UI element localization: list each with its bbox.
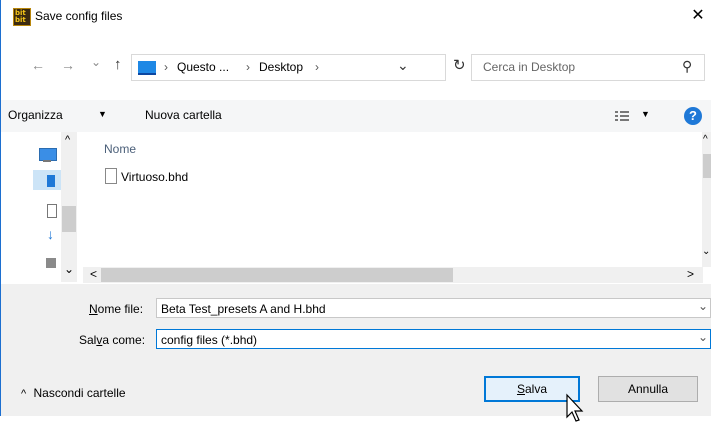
- save-as-type-select[interactable]: config files (*.bhd) ⌄: [156, 329, 711, 349]
- nav-pane-scrollbar[interactable]: ^ ⌄: [61, 132, 77, 282]
- file-item-name[interactable]: Virtuoso.bhd: [121, 170, 188, 184]
- forward-arrow-icon[interactable]: →: [61, 57, 75, 73]
- filename-dropdown-icon[interactable]: ⌄: [698, 296, 708, 316]
- mouse-pointer-icon: [566, 393, 584, 422]
- breadcrumb-sep-icon: ›: [164, 60, 168, 74]
- breadcrumb-sep-icon: ›: [246, 60, 250, 74]
- scroll-thumb[interactable]: [62, 206, 76, 232]
- column-header-name[interactable]: Nome: [104, 142, 136, 156]
- vscroll-up-icon[interactable]: ^: [703, 134, 708, 145]
- filename-value: Beta Test_presets A and H.bhd: [161, 302, 326, 316]
- chevron-up-icon: ^: [21, 388, 27, 400]
- bit-app-icon: bit bit: [13, 8, 31, 26]
- breadcrumb-item-desktop[interactable]: Desktop: [259, 60, 303, 74]
- save-dialog: bit bit Save config files ✕ ← → ⌄ ↑ › Que…: [0, 0, 711, 422]
- cancel-button[interactable]: Annulla: [598, 376, 698, 402]
- filename-input[interactable]: Beta Test_presets A and H.bhd ⌄: [156, 298, 711, 318]
- vscroll-down-icon[interactable]: ⌄: [702, 246, 710, 257]
- documents-nav-icon[interactable]: [47, 204, 57, 218]
- save-as-type-label: Salva come:: [79, 333, 146, 347]
- title-bar: bit bit Save config files ✕: [1, 0, 711, 32]
- address-dropdown-icon[interactable]: ⌄: [397, 57, 409, 74]
- file-icon: [105, 168, 117, 184]
- search-placeholder: Cerca in Desktop: [483, 60, 576, 74]
- help-icon[interactable]: ?: [684, 107, 702, 125]
- downloads-nav-icon[interactable]: ↓: [47, 227, 55, 241]
- recent-locations-icon[interactable]: ⌄: [91, 55, 101, 69]
- back-arrow-icon[interactable]: ←: [31, 57, 45, 73]
- organize-dropdown-icon[interactable]: ▼: [98, 109, 107, 119]
- close-icon[interactable]: ✕: [687, 5, 709, 27]
- scroll-up-icon[interactable]: ^: [65, 134, 70, 146]
- address-bar[interactable]: › Questo ... › Desktop › ⌄: [131, 54, 446, 81]
- window-title: Save config files: [35, 9, 123, 23]
- view-options-icon[interactable]: [615, 110, 629, 122]
- organize-button[interactable]: Organizza: [8, 108, 63, 122]
- scroll-down-icon[interactable]: ⌄: [64, 262, 74, 276]
- file-list-vscroll[interactable]: ^ ⌄: [702, 132, 711, 267]
- hide-folders-label: Nascondi cartelle: [33, 386, 126, 400]
- breadcrumb-sep-icon: ›: [315, 60, 319, 74]
- view-dropdown-icon[interactable]: ▼: [641, 109, 650, 119]
- hscroll-thumb[interactable]: [101, 268, 453, 282]
- refresh-icon[interactable]: ↻: [453, 56, 466, 74]
- type-dropdown-icon[interactable]: ⌄: [698, 327, 708, 347]
- desktop-icon: [138, 61, 156, 75]
- hscroll-left-icon[interactable]: <: [90, 267, 97, 281]
- hscroll-right-icon[interactable]: >: [687, 267, 694, 281]
- desktop-nav-icon: [47, 175, 55, 187]
- vscroll-thumb[interactable]: [703, 154, 711, 178]
- up-arrow-icon[interactable]: ↑: [114, 56, 122, 73]
- breadcrumb-item-questo[interactable]: Questo ...: [177, 60, 229, 74]
- new-folder-button[interactable]: Nuova cartella: [145, 108, 222, 122]
- pictures-nav-icon[interactable]: [46, 258, 56, 268]
- save-as-type-value: config files (*.bhd): [161, 333, 258, 347]
- command-toolbar: Organizza ▼ Nuova cartella ▼ ?: [1, 100, 711, 132]
- search-box[interactable]: Cerca in Desktop ⚲: [471, 54, 705, 81]
- hide-folders-toggle[interactable]: ^ Nascondi cartelle: [21, 386, 126, 400]
- filename-label: Nome file:: [89, 302, 144, 316]
- search-icon[interactable]: ⚲: [682, 58, 692, 75]
